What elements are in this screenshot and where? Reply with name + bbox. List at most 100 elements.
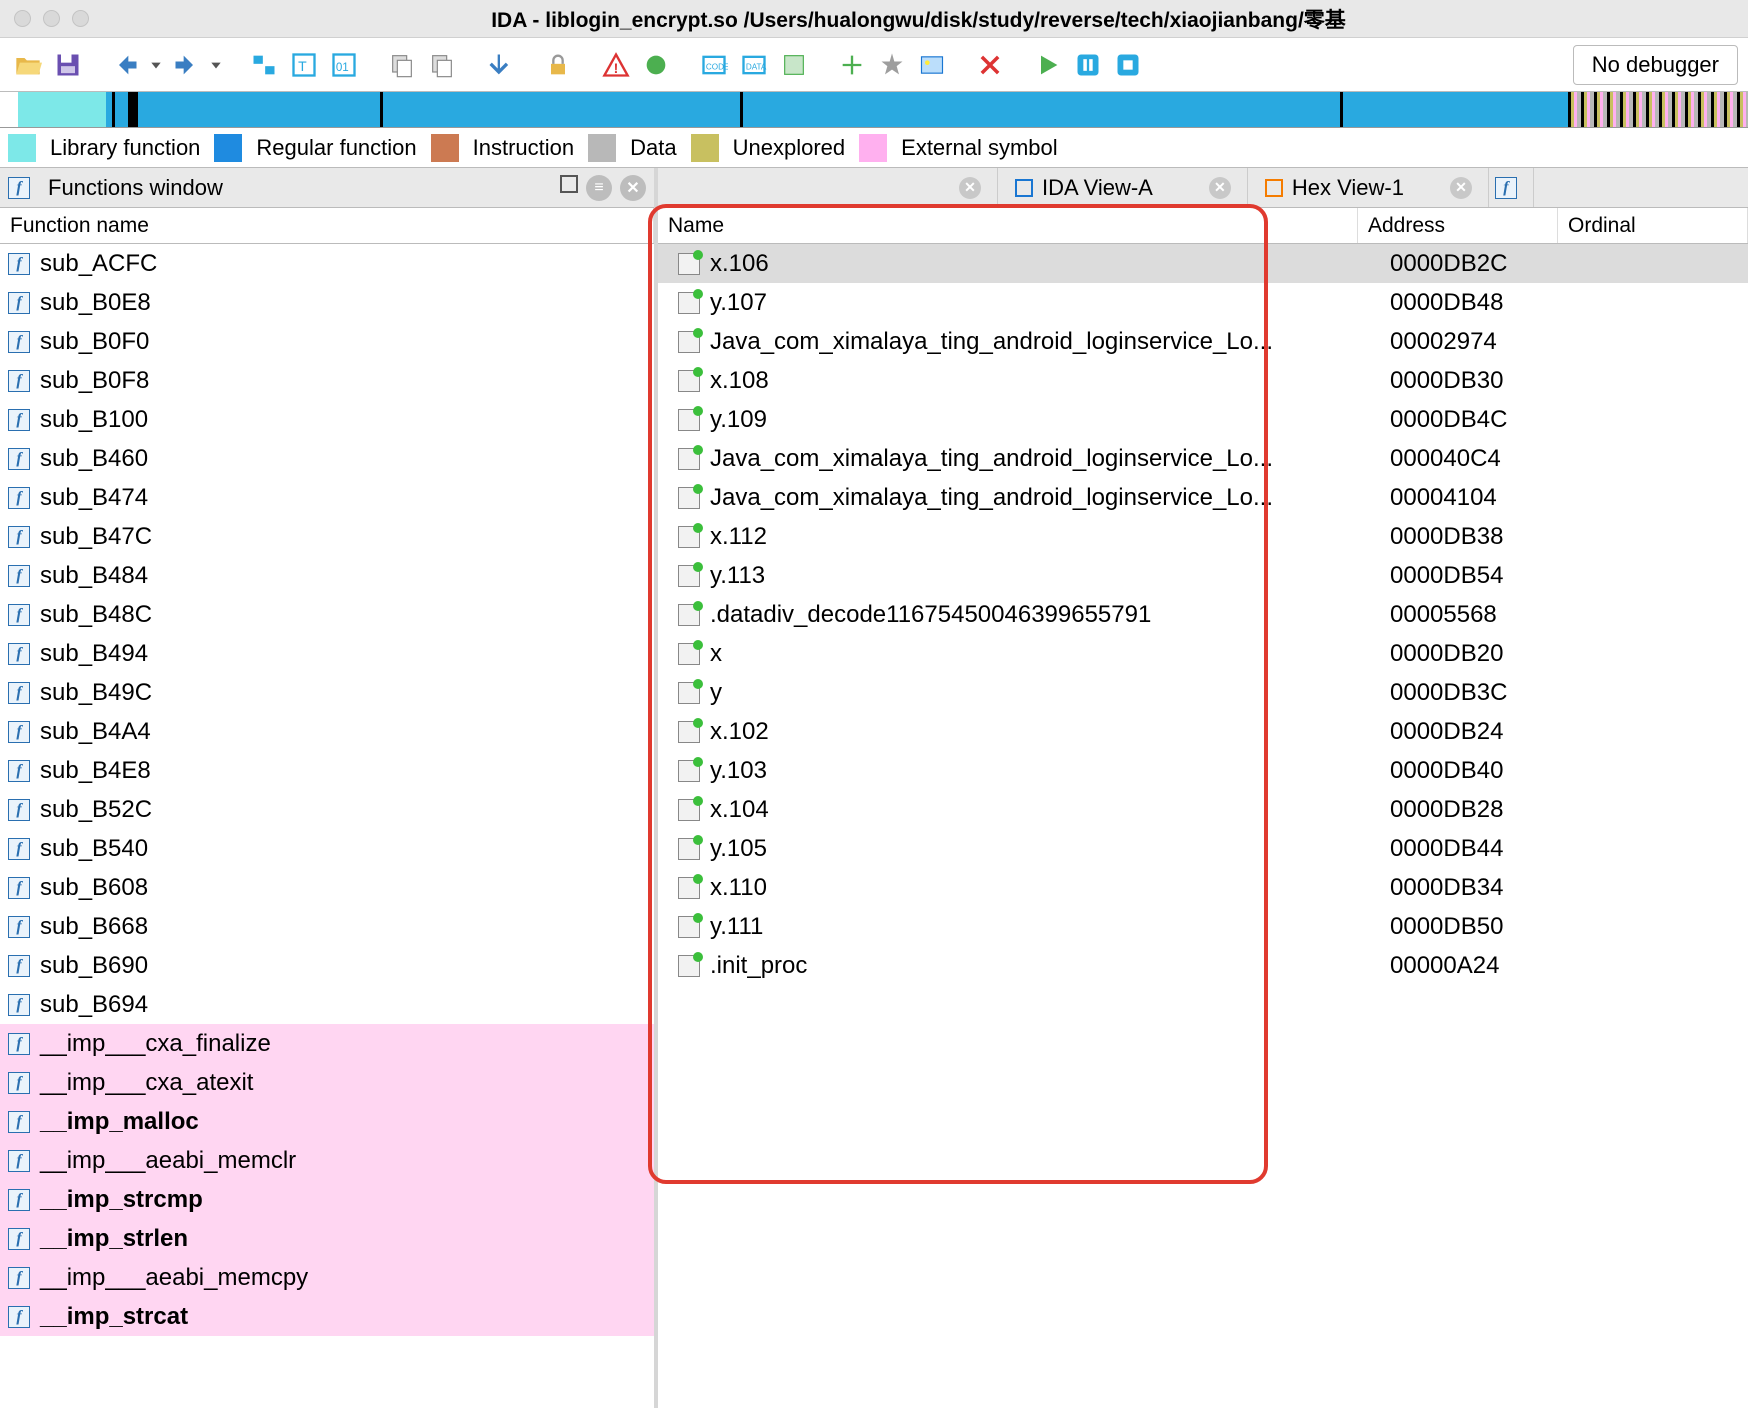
function-row[interactable]: fsub_B47C bbox=[0, 517, 654, 556]
function-row[interactable]: f__imp___cxa_finalize bbox=[0, 1024, 654, 1063]
export-row[interactable]: Java_com_ximalaya_ting_android_loginserv… bbox=[658, 478, 1748, 517]
tab-exports[interactable]: ✕ bbox=[658, 168, 998, 207]
tool-hex-icon[interactable]: 01 bbox=[326, 47, 362, 83]
function-row[interactable]: f__imp_strlen bbox=[0, 1219, 654, 1258]
function-row[interactable]: f__imp___cxa_atexit bbox=[0, 1063, 654, 1102]
function-row[interactable]: fsub_B474 bbox=[0, 478, 654, 517]
function-row[interactable]: fsub_B100 bbox=[0, 400, 654, 439]
tool-add-green-icon[interactable] bbox=[834, 47, 870, 83]
export-row[interactable]: Java_com_ximalaya_ting_android_loginserv… bbox=[658, 439, 1748, 478]
function-row[interactable]: fsub_B0E8 bbox=[0, 283, 654, 322]
function-name: sub_B4E8 bbox=[40, 757, 151, 785]
export-row[interactable]: x.1040000DB28 bbox=[658, 790, 1748, 829]
export-row[interactable]: x.1020000DB24 bbox=[658, 712, 1748, 751]
tool-warning-icon[interactable]: ! bbox=[598, 47, 634, 83]
export-row[interactable]: y.1030000DB40 bbox=[658, 751, 1748, 790]
tab-close-icon[interactable]: ✕ bbox=[1450, 177, 1472, 199]
export-row[interactable]: x.1120000DB38 bbox=[658, 517, 1748, 556]
tool-lock-icon[interactable] bbox=[540, 47, 576, 83]
function-row[interactable]: fsub_ACFC bbox=[0, 244, 654, 283]
tool-down-arrow-icon[interactable] bbox=[482, 47, 518, 83]
function-row[interactable]: f__imp_strcat bbox=[0, 1297, 654, 1336]
function-row[interactable]: f__imp_malloc bbox=[0, 1102, 654, 1141]
tab-more[interactable]: f bbox=[1489, 168, 1534, 207]
tab-hex-view[interactable]: Hex View-1 ✕ bbox=[1248, 168, 1489, 207]
minimize-window-icon[interactable] bbox=[43, 10, 60, 27]
open-file-icon[interactable] bbox=[10, 47, 46, 83]
function-row[interactable]: fsub_B48C bbox=[0, 595, 654, 634]
nav-back-menu-icon[interactable] bbox=[148, 47, 164, 83]
panel-float-icon[interactable] bbox=[560, 175, 578, 193]
debug-pause-icon[interactable] bbox=[1070, 47, 1106, 83]
exports-column-header[interactable]: Name Address Ordinal bbox=[658, 208, 1748, 244]
export-row[interactable]: x.1100000DB34 bbox=[658, 868, 1748, 907]
export-row[interactable]: Java_com_ximalaya_ting_android_loginserv… bbox=[658, 322, 1748, 361]
export-row[interactable]: y.1070000DB48 bbox=[658, 283, 1748, 322]
function-row[interactable]: fsub_B694 bbox=[0, 985, 654, 1024]
tool-record-icon[interactable] bbox=[638, 47, 674, 83]
function-row[interactable]: f__imp___aeabi_memcpy bbox=[0, 1258, 654, 1297]
function-row[interactable]: f__imp_strcmp bbox=[0, 1180, 654, 1219]
function-row[interactable]: fsub_B4A4 bbox=[0, 712, 654, 751]
functions-list[interactable]: fsub_ACFCfsub_B0E8fsub_B0F0fsub_B0F8fsub… bbox=[0, 244, 654, 1408]
function-row[interactable]: fsub_B690 bbox=[0, 946, 654, 985]
function-row[interactable]: fsub_B49C bbox=[0, 673, 654, 712]
save-icon[interactable] bbox=[50, 47, 86, 83]
export-row[interactable]: x.1080000DB30 bbox=[658, 361, 1748, 400]
tab-close-icon[interactable]: ✕ bbox=[1209, 177, 1231, 199]
col-ordinal[interactable]: Ordinal bbox=[1558, 208, 1748, 243]
col-name[interactable]: Name bbox=[658, 208, 1358, 243]
nav-forward-menu-icon[interactable] bbox=[208, 47, 224, 83]
function-row[interactable]: fsub_B494 bbox=[0, 634, 654, 673]
tool-delete-icon[interactable] bbox=[972, 47, 1008, 83]
function-name: sub_B0E8 bbox=[40, 289, 151, 317]
tool-struct-icon[interactable] bbox=[776, 47, 812, 83]
export-row[interactable]: y.1110000DB50 bbox=[658, 907, 1748, 946]
function-row[interactable]: fsub_B460 bbox=[0, 439, 654, 478]
function-icon: f bbox=[8, 1072, 30, 1094]
function-row[interactable]: fsub_B668 bbox=[0, 907, 654, 946]
tab-close-icon[interactable]: ✕ bbox=[959, 177, 981, 199]
function-icon: f bbox=[8, 955, 30, 977]
nav-back-icon[interactable] bbox=[108, 47, 144, 83]
col-address[interactable]: Address bbox=[1358, 208, 1558, 243]
export-row[interactable]: .init_proc00000A24 bbox=[658, 946, 1748, 985]
function-row[interactable]: f__imp___aeabi_memclr bbox=[0, 1141, 654, 1180]
tool-copy-icon[interactable] bbox=[384, 47, 420, 83]
function-row[interactable]: fsub_B4E8 bbox=[0, 751, 654, 790]
nav-forward-icon[interactable] bbox=[168, 47, 204, 83]
function-row[interactable]: fsub_B0F8 bbox=[0, 361, 654, 400]
col-function-name[interactable]: Function name bbox=[0, 208, 654, 243]
panel-close-icon[interactable]: ✕ bbox=[620, 175, 646, 201]
debug-stop-icon[interactable] bbox=[1110, 47, 1146, 83]
exports-list[interactable]: x.1060000DB2Cy.1070000DB48Java_com_ximal… bbox=[658, 244, 1748, 1408]
function-row[interactable]: fsub_B0F0 bbox=[0, 322, 654, 361]
tool-segment-icon[interactable] bbox=[246, 47, 282, 83]
debug-run-icon[interactable] bbox=[1030, 47, 1066, 83]
export-row[interactable]: y0000DB3C bbox=[658, 673, 1748, 712]
tool-image-icon[interactable] bbox=[914, 47, 950, 83]
function-row[interactable]: fsub_B484 bbox=[0, 556, 654, 595]
tool-star-icon[interactable] bbox=[874, 47, 910, 83]
navigation-overview[interactable] bbox=[0, 92, 1748, 128]
functions-column-header[interactable]: Function name bbox=[0, 208, 654, 244]
tool-cut-icon[interactable] bbox=[424, 47, 460, 83]
export-row[interactable]: y.1090000DB4C bbox=[658, 400, 1748, 439]
function-row[interactable]: fsub_B540 bbox=[0, 829, 654, 868]
function-row[interactable]: fsub_B52C bbox=[0, 790, 654, 829]
export-row[interactable]: y.1050000DB44 bbox=[658, 829, 1748, 868]
export-row[interactable]: y.1130000DB54 bbox=[658, 556, 1748, 595]
function-name: __imp_malloc bbox=[40, 1108, 199, 1136]
tool-text-icon[interactable]: T bbox=[286, 47, 322, 83]
export-row[interactable]: .datadiv_decode1167545004639965579100005… bbox=[658, 595, 1748, 634]
close-window-icon[interactable] bbox=[14, 10, 31, 27]
export-row[interactable]: x.1060000DB2C bbox=[658, 244, 1748, 283]
function-row[interactable]: fsub_B608 bbox=[0, 868, 654, 907]
tab-ida-view-a[interactable]: IDA View-A ✕ bbox=[998, 168, 1248, 207]
panel-menu-icon[interactable]: ≡ bbox=[586, 175, 612, 201]
zoom-window-icon[interactable] bbox=[72, 10, 89, 27]
tool-code-icon[interactable]: CODE bbox=[696, 47, 732, 83]
tool-data-icon[interactable]: DATA bbox=[736, 47, 772, 83]
debugger-selector[interactable]: No debugger bbox=[1573, 45, 1738, 85]
export-row[interactable]: x0000DB20 bbox=[658, 634, 1748, 673]
